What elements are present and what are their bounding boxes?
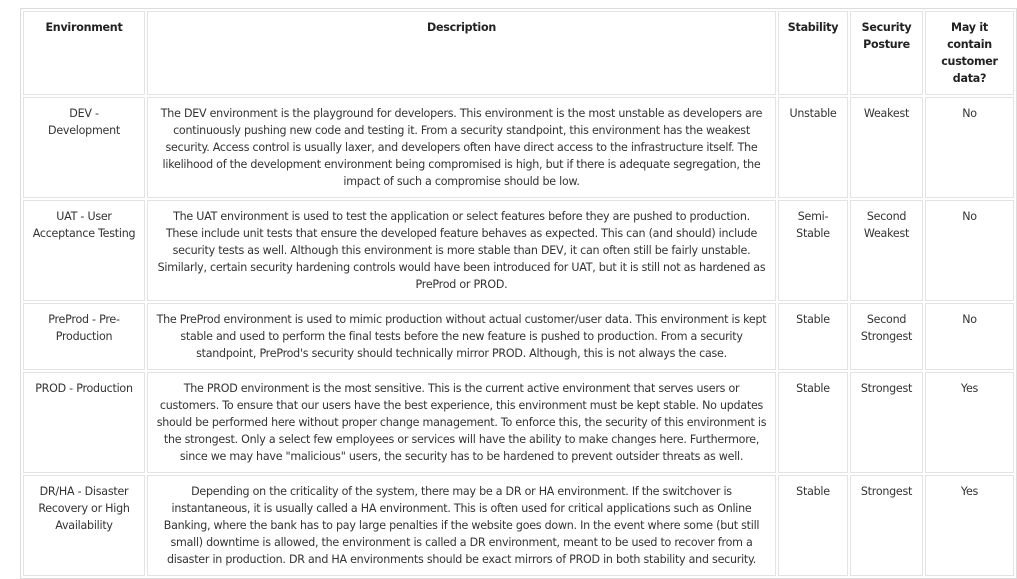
table-row: UAT - User Acceptance Testing The UAT en… — [23, 200, 1014, 301]
cell-security-posture: Second Weakest — [850, 200, 923, 301]
cell-description: Depending on the criticality of the syst… — [147, 475, 776, 576]
cell-description: The PROD environment is the most sensiti… — [147, 372, 776, 473]
cell-environment: DEV - Development — [23, 97, 145, 198]
cell-customer-data: No — [925, 200, 1014, 301]
table-row: PreProd - Pre-Production The PreProd env… — [23, 303, 1014, 370]
header-environment: Environment — [23, 11, 145, 95]
cell-security-posture: Weakest — [850, 97, 923, 198]
cell-security-posture: Strongest — [850, 372, 923, 473]
cell-stability: Stable — [778, 303, 848, 370]
cell-environment: UAT - User Acceptance Testing — [23, 200, 145, 301]
environments-table-container: Environment Description Stability Securi… — [20, 8, 1017, 579]
table-row: DR/HA - Disaster Recovery or High Availa… — [23, 475, 1014, 576]
table-header: Environment Description Stability Securi… — [23, 11, 1014, 95]
table-row: PROD - Production The PROD environment i… — [23, 372, 1014, 473]
cell-description: The DEV environment is the playground fo… — [147, 97, 776, 198]
cell-stability: Stable — [778, 475, 848, 576]
cell-environment: PROD - Production — [23, 372, 145, 473]
cell-stability: Unstable — [778, 97, 848, 198]
cell-environment: DR/HA - Disaster Recovery or High Availa… — [23, 475, 145, 576]
table-row: DEV - Development The DEV environment is… — [23, 97, 1014, 198]
cell-security-posture: Strongest — [850, 475, 923, 576]
cell-description: The UAT environment is used to test the … — [147, 200, 776, 301]
environments-table: Environment Description Stability Securi… — [20, 8, 1017, 579]
header-description: Description — [147, 11, 776, 95]
cell-customer-data: Yes — [925, 372, 1014, 473]
cell-customer-data: No — [925, 97, 1014, 198]
header-row: Environment Description Stability Securi… — [23, 11, 1014, 95]
table-body: DEV - Development The DEV environment is… — [23, 97, 1014, 576]
cell-security-posture: Second Strongest — [850, 303, 923, 370]
header-customer-data: May it contain customer data? — [925, 11, 1014, 95]
cell-stability: Semi-Stable — [778, 200, 848, 301]
cell-stability: Stable — [778, 372, 848, 473]
header-stability: Stability — [778, 11, 848, 95]
cell-customer-data: Yes — [925, 475, 1014, 576]
cell-customer-data: No — [925, 303, 1014, 370]
header-security-posture: Security Posture — [850, 11, 923, 95]
cell-environment: PreProd - Pre-Production — [23, 303, 145, 370]
cell-description: The PreProd environment is used to mimic… — [147, 303, 776, 370]
